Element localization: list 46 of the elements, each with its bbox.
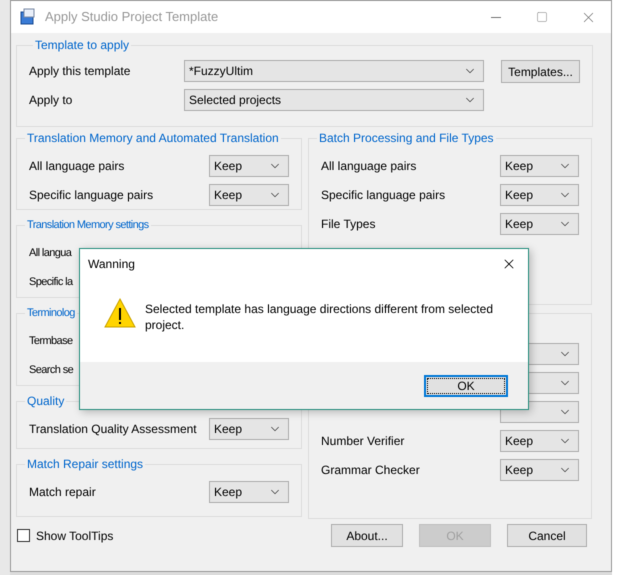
field-label: Number Verifier — [321, 433, 404, 450]
field-label: Apply to — [29, 92, 74, 109]
templates-button[interactable]: Templates... — [501, 60, 580, 83]
minimize-icon — [491, 16, 501, 18]
field-label: All language pairs — [29, 158, 124, 175]
field-label: Specific la — [29, 274, 73, 290]
dialog-button[interactable]: Cancel — [507, 524, 587, 547]
dialog-button[interactable]: About... — [331, 524, 403, 547]
dropdown[interactable]: Keep — [500, 459, 579, 481]
field-label: File Types — [321, 216, 376, 233]
field-label: Specific language pairs — [29, 187, 154, 204]
dropdown[interactable]: Selected projects — [184, 89, 484, 111]
maximize-icon — [536, 11, 548, 23]
dropdown[interactable]: *FuzzyUltim — [184, 60, 484, 82]
dialog-title: Wanning — [88, 256, 135, 273]
checkbox[interactable] — [17, 529, 30, 542]
dropdown[interactable]: Keep — [500, 213, 579, 235]
group-title: Match Repair settings — [26, 457, 144, 471]
field-label: All langua — [29, 246, 72, 261]
field-label: Search se — [29, 362, 74, 378]
group-title: Translation Memory settings — [26, 218, 150, 232]
group-title: Template to apply — [34, 38, 130, 52]
dropdown[interactable]: Keep — [209, 481, 289, 503]
warning-icon — [104, 297, 136, 329]
field-label: Specific language pairs — [321, 187, 446, 204]
checkbox-label: Show ToolTips — [36, 528, 114, 544]
ok-button[interactable]: OK — [424, 374, 508, 396]
group-title: Batch Processing and File Types — [318, 131, 495, 145]
dropdown[interactable]: Keep — [500, 184, 579, 206]
dropdown[interactable]: Keep — [209, 418, 289, 440]
field-label: Apply this template — [29, 63, 132, 80]
dropdown[interactable]: Keep — [209, 184, 289, 206]
group-title: Translation Memory and Automated Translation — [26, 131, 280, 145]
dropdown[interactable]: Keep — [500, 155, 579, 177]
field-label: All language pairs — [321, 158, 416, 175]
group-title: Quality — [26, 394, 66, 408]
field-label: Match repair — [29, 484, 96, 501]
window-title: Apply Studio Project Template — [45, 8, 218, 26]
group-title: Terminolog — [26, 306, 76, 320]
warning-message: Selected template has language directions different from selected project. — [145, 301, 494, 333]
field-label: Translation Quality Assessment — [29, 421, 197, 438]
dropdown[interactable]: Keep — [209, 155, 289, 177]
app-icon — [19, 8, 37, 26]
dropdown[interactable]: Keep — [500, 430, 579, 452]
field-label: Grammar Checker — [321, 462, 420, 479]
field-label: Termbase — [29, 334, 72, 349]
